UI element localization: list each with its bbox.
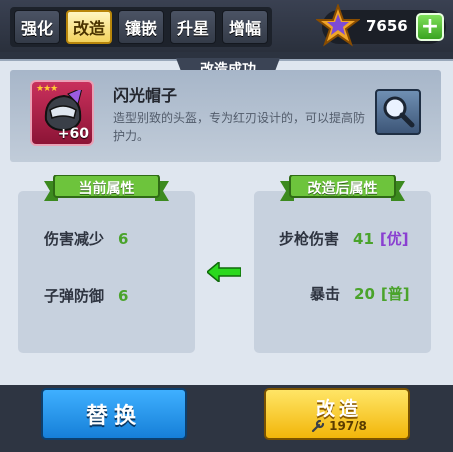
currency-amount: 7656 bbox=[366, 17, 408, 35]
tab-amplify[interactable]: 增幅 bbox=[222, 10, 268, 44]
currency-display: 7656 + bbox=[316, 4, 446, 47]
reform-cost: 197/8 bbox=[266, 419, 412, 433]
tab-reform[interactable]: 改造 bbox=[66, 10, 112, 44]
new-stats-box bbox=[254, 191, 431, 353]
stat-name: 暴击 bbox=[310, 285, 341, 303]
tab-strengthen[interactable]: 强化 bbox=[14, 10, 60, 44]
stat-grade: [优] bbox=[379, 230, 409, 248]
stat-name: 伤害减少 bbox=[44, 230, 105, 248]
reform-button-label: 改造 bbox=[315, 398, 362, 420]
inspect-button[interactable] bbox=[375, 89, 421, 135]
item-level: +60 bbox=[57, 126, 89, 142]
item-name: 闪光帽子 bbox=[113, 86, 178, 105]
add-currency-button[interactable]: + bbox=[416, 13, 444, 41]
star-badge-icon bbox=[316, 4, 360, 47]
reform-cost-value: 197/8 bbox=[329, 419, 367, 433]
magnifier-icon bbox=[383, 96, 415, 128]
new-stat-row: 暴击 20 [普] bbox=[310, 283, 410, 304]
stat-value: 6 bbox=[118, 230, 129, 248]
tab-star-up[interactable]: 升星 bbox=[170, 10, 216, 44]
current-stat-row: 子弹防御 6 bbox=[44, 285, 128, 306]
current-stats-box bbox=[18, 191, 195, 353]
new-stats-ribbon: 改造后属性 bbox=[280, 174, 405, 201]
stat-value: 41 bbox=[353, 230, 374, 248]
current-stats-title: 当前属性 bbox=[78, 181, 135, 197]
current-stat-row: 伤害减少 6 bbox=[44, 228, 128, 249]
wrench-icon bbox=[312, 419, 325, 433]
stat-name: 子弹防御 bbox=[44, 287, 105, 305]
tab-bar: 强化 改造 镶嵌 升星 增幅 bbox=[10, 7, 272, 47]
stat-grade: [普] bbox=[380, 285, 410, 303]
stat-value: 6 bbox=[118, 287, 129, 305]
reform-button[interactable]: 改造 197/8 bbox=[264, 388, 410, 440]
stat-value: 20 bbox=[354, 285, 375, 303]
item-description: 造型别致的头盔，专为红刃设计的，可以提高防护力。 bbox=[113, 111, 366, 143]
current-stats-ribbon: 当前属性 bbox=[44, 174, 169, 201]
item-card[interactable]: ★★★ +60 bbox=[30, 80, 94, 146]
new-stats-title: 改造后属性 bbox=[307, 181, 378, 197]
stat-name: 步枪伤害 bbox=[279, 230, 340, 248]
arrow-left-icon bbox=[207, 262, 241, 282]
replace-button[interactable]: 替换 bbox=[41, 388, 187, 440]
tab-inlay[interactable]: 镶嵌 bbox=[118, 10, 164, 44]
new-stat-row: 步枪伤害 41 [优] bbox=[279, 228, 409, 249]
